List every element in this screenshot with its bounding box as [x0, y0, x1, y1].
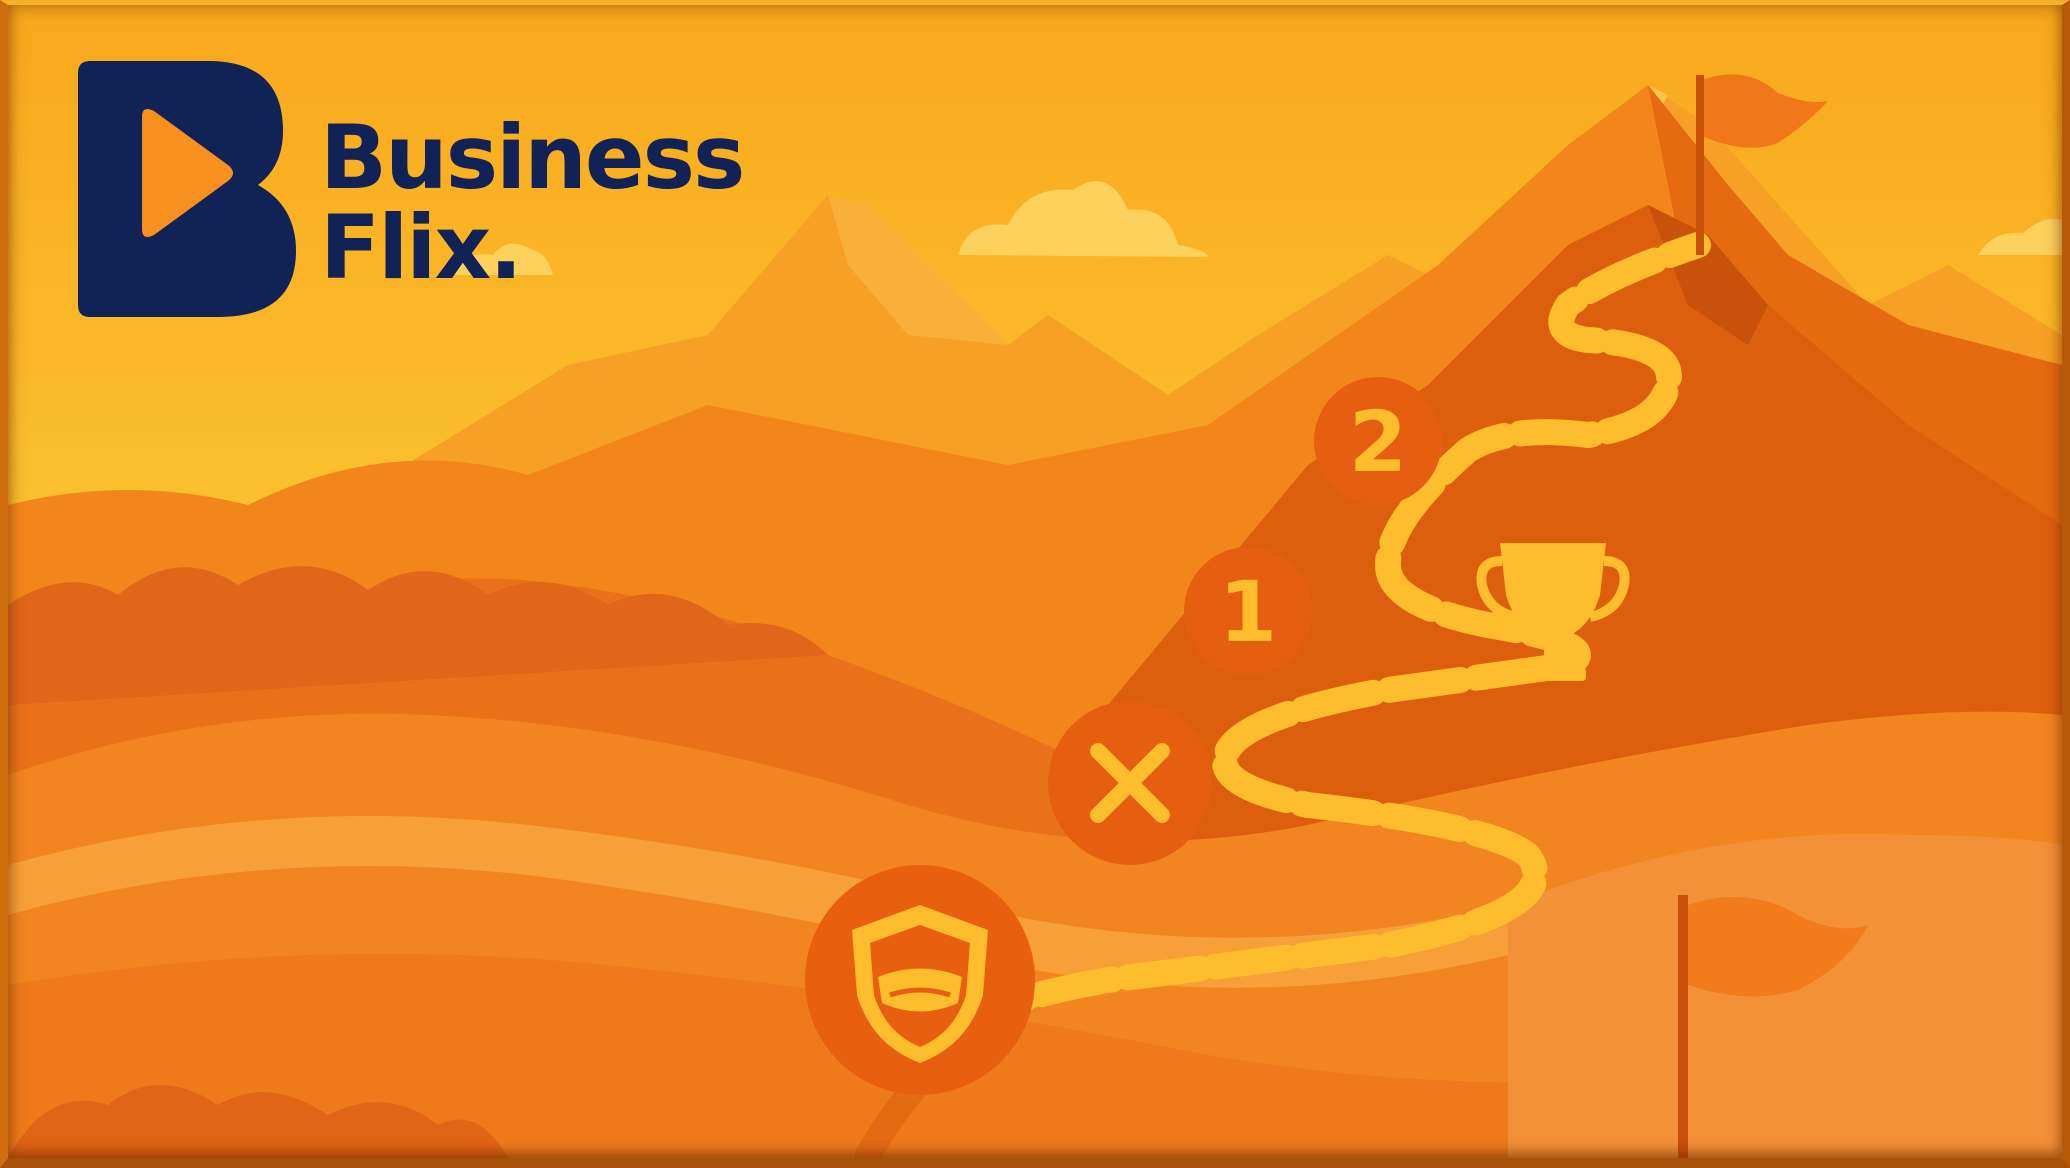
business-flix-logo: Business Flix. — [78, 61, 798, 321]
shield-mask-icon — [805, 865, 1035, 1095]
brand-name: Business Flix. — [320, 106, 745, 299]
logo-b-mark — [78, 61, 296, 317]
brand-line-1: Business — [320, 106, 745, 209]
hill-right — [1508, 833, 2062, 1158]
step-1-label: 1 — [1219, 563, 1277, 661]
brand-line-2: Flix. — [320, 196, 523, 299]
banner-frame: 1 2 Business Flix. — [0, 0, 2070, 1168]
close-x-icon — [1048, 701, 1212, 865]
step-2-label: 2 — [1349, 393, 1407, 491]
